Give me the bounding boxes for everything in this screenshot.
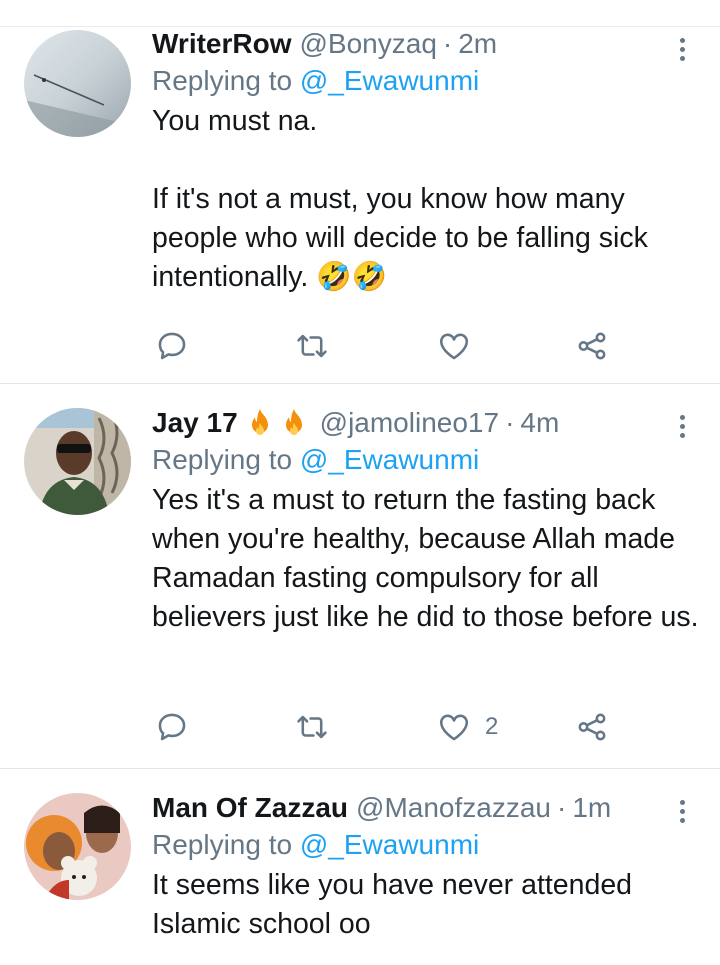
display-name[interactable]: Man Of Zazzau <box>152 792 348 824</box>
like-count: 2 <box>485 713 499 740</box>
action-bar <box>155 326 625 366</box>
tweet-header: WriterRow @Bonyzaq · 2m <box>152 26 702 62</box>
retweet-icon <box>297 334 327 358</box>
replying-to: Replying to @_Ewawunmi <box>152 826 702 864</box>
fire-emoji <box>285 409 302 435</box>
more-vertical-icon[interactable] <box>662 29 702 69</box>
tweet-text: You must na. If it's not a must, you kno… <box>152 105 648 293</box>
retweet-button[interactable] <box>295 710 329 744</box>
tweet-header: Man Of Zazzau @Manofzazzau · 1m <box>152 790 702 826</box>
tweet-text: It seems like you have never attended Is… <box>152 869 633 940</box>
timestamp[interactable]: 2m <box>458 28 497 60</box>
avatar[interactable] <box>24 793 131 900</box>
replying-label: Replying to <box>152 829 300 860</box>
tweet-header: Jay 17 @jamolineo17 · 4m <box>152 405 702 441</box>
separator-dot: · <box>442 28 453 59</box>
separator-dot: · <box>505 407 515 438</box>
reply-button[interactable] <box>155 329 189 363</box>
share-button[interactable] <box>575 329 609 363</box>
share-icon <box>578 332 606 360</box>
mention-link[interactable]: @_Ewawunmi <box>300 65 479 96</box>
display-name[interactable]: WriterRow <box>152 28 292 60</box>
mention-link[interactable]: @_Ewawunmi <box>300 444 479 475</box>
action-bar: 2 <box>155 707 625 747</box>
more-vertical-icon[interactable] <box>662 406 702 446</box>
separator-dot: · <box>556 792 567 823</box>
heart-icon <box>439 714 469 741</box>
timestamp[interactable]: 4m <box>520 407 559 439</box>
share-button[interactable] <box>575 710 609 744</box>
heart-icon <box>439 333 469 360</box>
avatar[interactable] <box>24 30 131 137</box>
reply-icon <box>158 713 186 741</box>
timestamp[interactable]: 1m <box>572 792 611 824</box>
like-button[interactable]: 2 <box>437 710 498 744</box>
retweet-button[interactable] <box>295 329 329 363</box>
replying-label: Replying to <box>152 444 300 475</box>
tweet-card[interactable]: Man Of Zazzau @Manofzazzau · 1m Replying… <box>0 769 720 965</box>
reply-button[interactable] <box>155 710 189 744</box>
like-button[interactable] <box>437 329 485 363</box>
username[interactable]: @jamolineo17 <box>320 407 499 439</box>
tweet-card[interactable]: WriterRow @Bonyzaq · 2m Replying to @_Ew… <box>0 27 720 384</box>
username[interactable]: @Manofzazzau <box>356 792 551 824</box>
replying-to: Replying to @_Ewawunmi <box>152 62 702 100</box>
replying-label: Replying to <box>152 65 300 96</box>
fire-emoji <box>251 409 268 435</box>
reply-icon <box>158 332 186 360</box>
avatar[interactable] <box>24 408 131 515</box>
mention-link[interactable]: @_Ewawunmi <box>300 829 479 860</box>
display-name[interactable]: Jay 17 <box>152 407 238 439</box>
replying-to: Replying to @_Ewawunmi <box>152 441 702 479</box>
retweet-icon <box>297 715 327 739</box>
share-icon <box>578 713 606 741</box>
more-vertical-icon[interactable] <box>662 791 702 831</box>
tweet-text: Yes it's a must to return the fasting ba… <box>152 484 699 633</box>
tweet-card[interactable]: Jay 17 @jamolineo17 · 4m Replying to @_E… <box>0 384 720 769</box>
username[interactable]: @Bonyzaq <box>300 28 437 60</box>
